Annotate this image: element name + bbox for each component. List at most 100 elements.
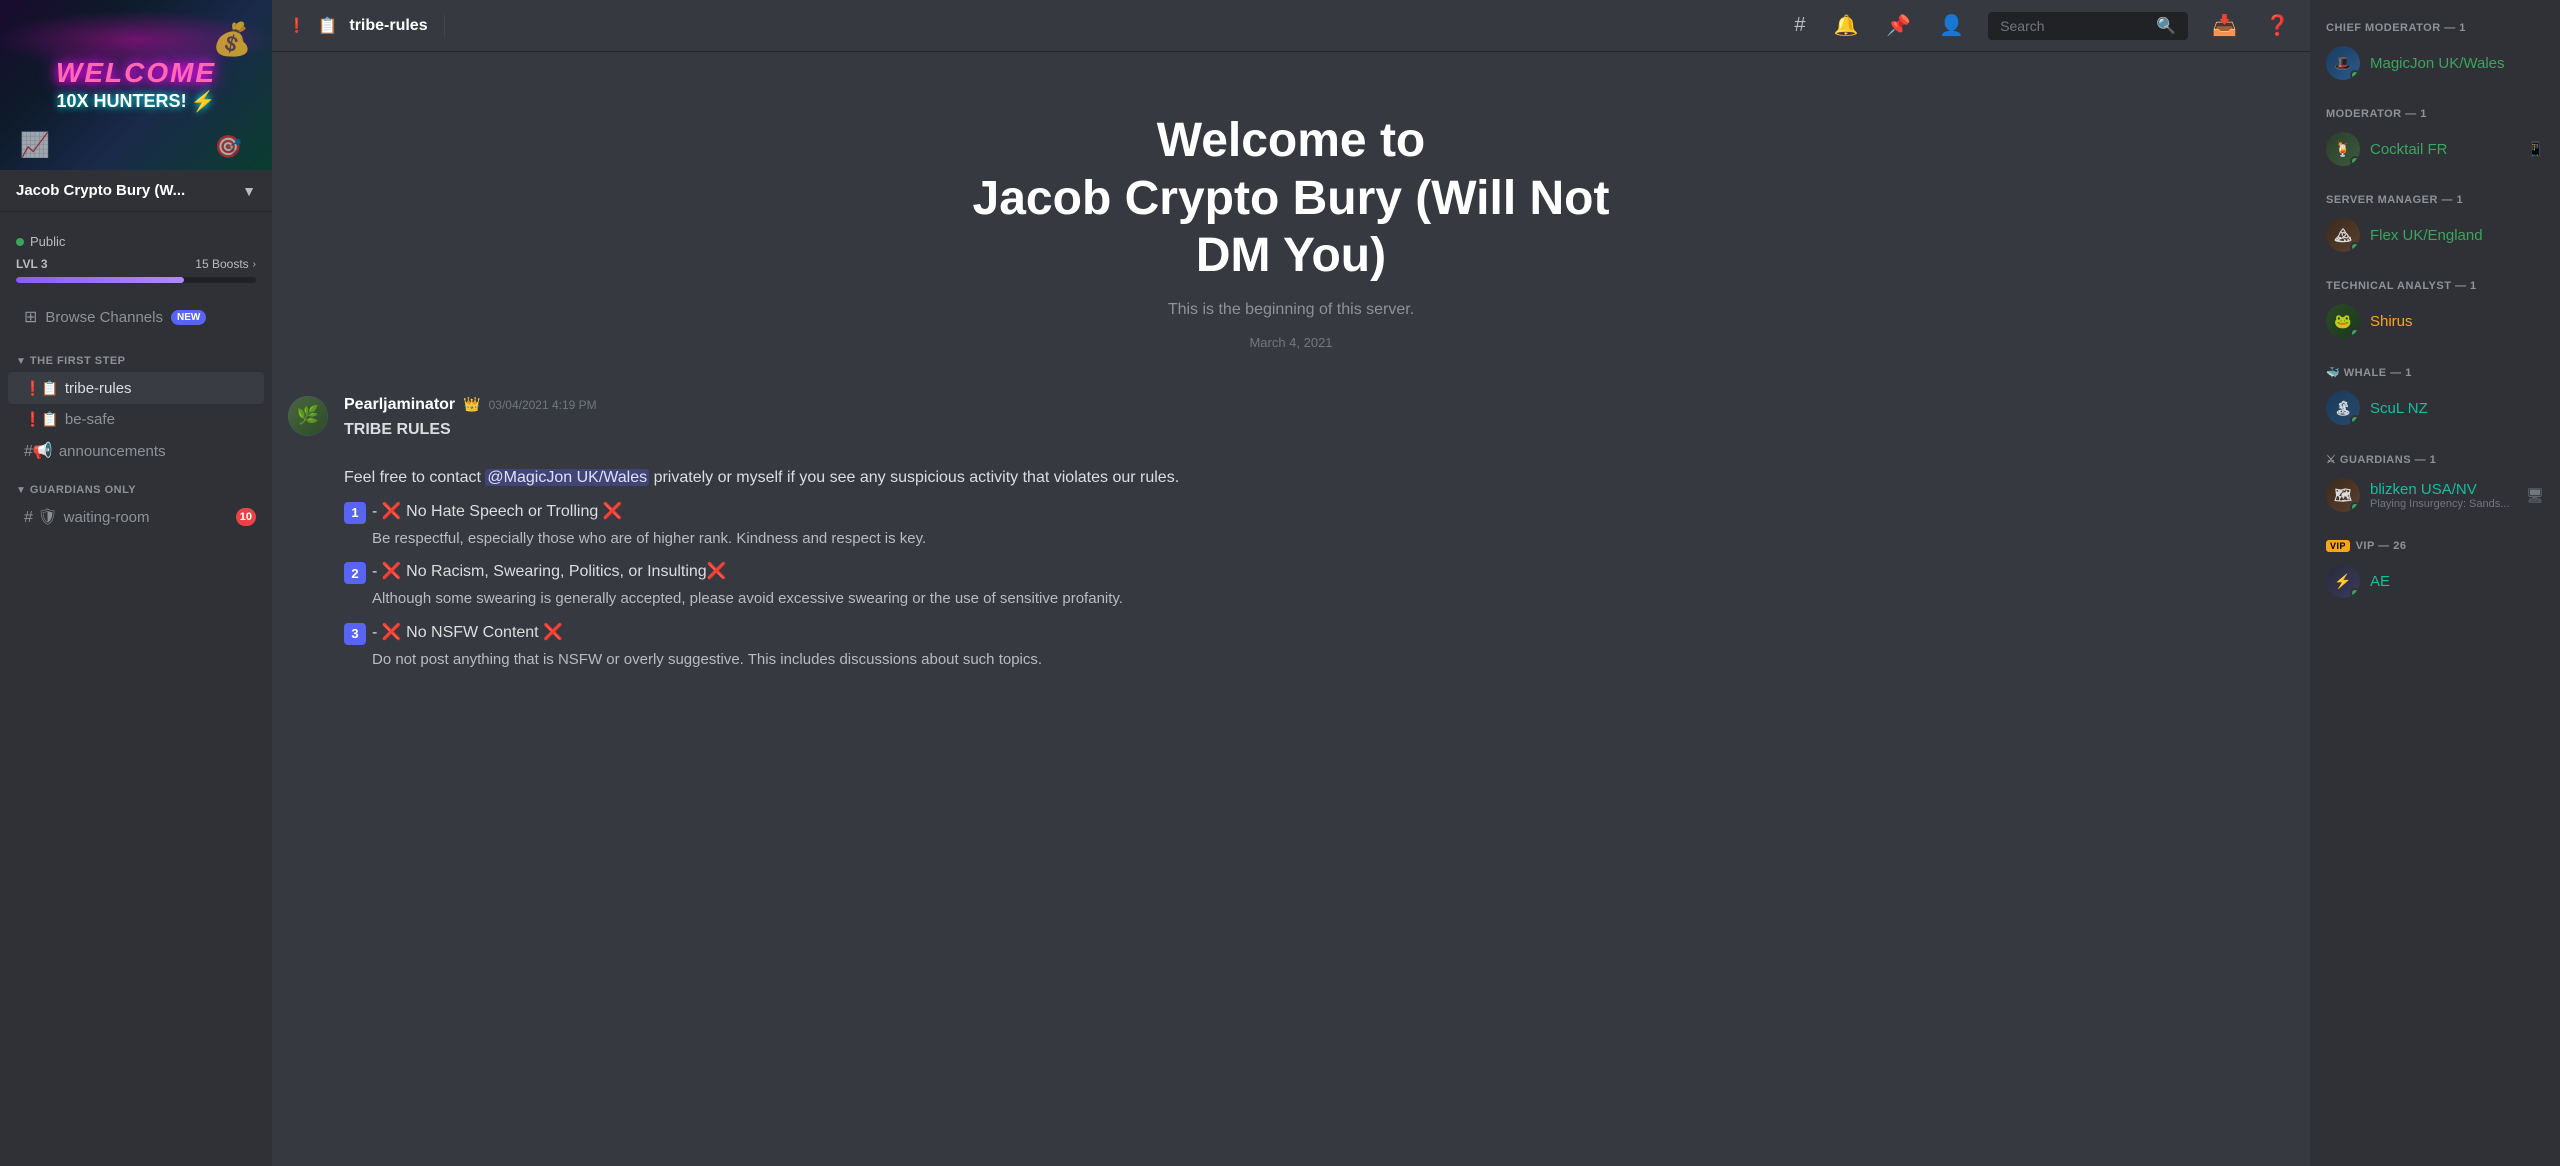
category-name: GUARDIANS ONLY bbox=[30, 484, 256, 496]
banner-dollar-icon: 💰 bbox=[212, 20, 252, 58]
rule-3: 3 - ❌ No NSFW Content ❌ bbox=[344, 621, 2294, 645]
channel-waiting-room[interactable]: # 🛡 waiting-room 10 bbox=[8, 501, 264, 533]
message-text: TRIBE RULES Feel free to contact @MagicJ… bbox=[344, 418, 2294, 490]
rule-desc-1: Be respectful, especially those who are … bbox=[372, 528, 2294, 551]
role-header-server-manager: SERVER MANAGER — 1 bbox=[2318, 188, 2552, 212]
members-button[interactable]: 👤 bbox=[1935, 9, 1968, 42]
member-name: Cocktail FR bbox=[2370, 141, 2517, 158]
member-avatar: ⚡ bbox=[2326, 564, 2360, 598]
server-name-bar[interactable]: Jacob Crypto Bury (W... ▼ bbox=[0, 170, 272, 212]
rule-text-1: - ❌ No Hate Speech or Trolling ❌ bbox=[372, 500, 623, 524]
messages-area[interactable]: Welcome to Jacob Crypto Bury (Will Not D… bbox=[272, 52, 2310, 1166]
device-icon: 🖥 bbox=[2526, 487, 2544, 504]
threads-button[interactable]: # bbox=[1790, 10, 1809, 41]
banner-welcome-text: WELCOME bbox=[56, 57, 216, 89]
online-status-dot bbox=[2350, 502, 2360, 512]
channel-emoji-icon: 📋 bbox=[317, 16, 337, 36]
level-label: LVL 3 bbox=[16, 257, 48, 271]
category-first-step[interactable]: ▼ THE FIRST STEP bbox=[0, 339, 272, 371]
channel-name: tribe-rules bbox=[65, 380, 221, 397]
member-ae[interactable]: ⚡ AE bbox=[2318, 558, 2552, 604]
topbar-channel-name: tribe-rules bbox=[349, 17, 427, 35]
role-section-server-manager: SERVER MANAGER — 1 🏔 Flex UK/England bbox=[2318, 188, 2552, 258]
boosts-chevron-icon: › bbox=[253, 259, 256, 270]
rule-desc-2: Although some swearing is generally acce… bbox=[372, 588, 2294, 611]
member-name: ScuL NZ bbox=[2370, 400, 2544, 417]
category-name: THE FIRST STEP bbox=[30, 355, 256, 367]
boosts-label[interactable]: 15 Boosts › bbox=[195, 257, 256, 271]
public-badge-row: Public bbox=[0, 220, 272, 249]
category-guardians-only[interactable]: ▼ GUARDIANS ONLY bbox=[0, 468, 272, 500]
inbox-button[interactable]: 📥 bbox=[2208, 9, 2241, 42]
member-name: AE bbox=[2370, 573, 2544, 590]
mention-magicjon[interactable]: @MagicJon UK/Wales bbox=[485, 469, 649, 486]
member-magicjon[interactable]: 🎩 MagicJon UK/Wales bbox=[2318, 40, 2552, 86]
crown-icon: 👑 bbox=[463, 396, 480, 413]
online-status-dot bbox=[2350, 70, 2360, 80]
chevron-down-icon: ▼ bbox=[242, 183, 256, 199]
channel-icon: ❗ bbox=[288, 17, 305, 34]
rule-1: 1 - ❌ No Hate Speech or Trolling ❌ bbox=[344, 500, 2294, 524]
message-header: Pearljaminator 👑 03/04/2021 4:19 PM bbox=[344, 396, 2294, 414]
device-icon: 📱 bbox=[2527, 141, 2544, 158]
message-content: Pearljaminator 👑 03/04/2021 4:19 PM TRIB… bbox=[344, 396, 2294, 680]
role-header-chief-mod: CHIEF MODERATOR — 1 bbox=[2318, 16, 2552, 40]
role-section-mod: MODERATOR — 1 🍹 Cocktail FR 📱 bbox=[2318, 102, 2552, 172]
channel-announcements[interactable]: #📢 announcements 👤+ bbox=[8, 435, 264, 467]
rules-list: 1 - ❌ No Hate Speech or Trolling ❌ Be re… bbox=[344, 500, 2294, 672]
member-info: Cocktail FR bbox=[2370, 141, 2517, 158]
member-info: AE bbox=[2370, 573, 2544, 590]
progress-fill bbox=[16, 277, 184, 283]
member-shirus[interactable]: 🐸 Shirus bbox=[2318, 298, 2552, 344]
search-box[interactable]: Search 🔍 bbox=[1988, 12, 2188, 40]
member-avatar: 🐸 bbox=[2326, 304, 2360, 338]
channel-name: be-safe bbox=[65, 411, 256, 428]
notifications-button[interactable]: 🔔 bbox=[1829, 9, 1862, 42]
channel-tribe-rules[interactable]: ❗📋 tribe-rules 👤+ bbox=[8, 372, 264, 404]
server-banner: WELCOME 10X HUNTERS! ⚡ 💰 📈 🎯 bbox=[0, 0, 272, 170]
banner-chart-icon: 📈 bbox=[20, 131, 50, 160]
help-button[interactable]: ❓ bbox=[2261, 9, 2294, 42]
rule-number-2: 2 bbox=[344, 562, 366, 584]
member-flex[interactable]: 🏔 Flex UK/England bbox=[2318, 212, 2552, 258]
sidebar: WELCOME 10X HUNTERS! ⚡ 💰 📈 🎯 Jacob Crypt… bbox=[0, 0, 272, 1166]
rule-number-1: 1 bbox=[344, 502, 366, 524]
banner-target-icon: 🎯 bbox=[215, 134, 242, 160]
member-info: Shirus bbox=[2370, 313, 2544, 330]
server-header[interactable]: WELCOME 10X HUNTERS! ⚡ 💰 📈 🎯 Jacob Crypt… bbox=[0, 0, 272, 220]
member-scul[interactable]: 🏝 ScuL NZ bbox=[2318, 385, 2552, 431]
member-info: MagicJon UK/Wales bbox=[2370, 55, 2544, 72]
topbar-actions: # 🔔 📌 👤 Search 🔍 📥 ❓ bbox=[1790, 9, 2294, 42]
channel-be-safe[interactable]: ❗📋 be-safe bbox=[8, 405, 264, 434]
boost-bar: LVL 3 15 Boosts › bbox=[0, 249, 272, 295]
topbar-divider bbox=[444, 14, 445, 38]
browse-label: Browse Channels bbox=[45, 309, 163, 326]
message-author: Pearljaminator bbox=[344, 396, 455, 414]
member-info: ScuL NZ bbox=[2370, 400, 2544, 417]
member-avatar: 🏔 bbox=[2326, 218, 2360, 252]
online-status-dot bbox=[2350, 415, 2360, 425]
main-content: ❗ 📋 tribe-rules # 🔔 📌 👤 Search 🔍 📥 ❓ Wel… bbox=[272, 0, 2310, 1166]
be-safe-channel-icon: ❗📋 bbox=[24, 411, 59, 428]
member-blizken[interactable]: 🗺 blizken USA/NV Playing Insurgency: San… bbox=[2318, 472, 2552, 518]
message-timestamp: 03/04/2021 4:19 PM bbox=[489, 398, 597, 412]
member-activity: Playing Insurgency: Sands... bbox=[2370, 498, 2516, 510]
role-header-technical-analyst: TECHNICAL ANALYST — 1 bbox=[2318, 274, 2552, 298]
online-status-dot bbox=[2350, 328, 2360, 338]
role-header-mod: MODERATOR — 1 bbox=[2318, 102, 2552, 126]
member-cocktail[interactable]: 🍹 Cocktail FR 📱 bbox=[2318, 126, 2552, 172]
pin-button[interactable]: 📌 bbox=[1882, 9, 1915, 42]
member-avatar: 🗺 bbox=[2326, 478, 2360, 512]
online-status-dot bbox=[2350, 156, 2360, 166]
unread-badge: 10 bbox=[236, 508, 256, 526]
channel-topbar: ❗ 📋 tribe-rules # 🔔 📌 👤 Search 🔍 📥 ❓ bbox=[272, 0, 2310, 52]
browse-channels-button[interactable]: ⊞ Browse Channels NEW bbox=[8, 299, 264, 335]
public-label: Public bbox=[30, 234, 65, 249]
channel-name: announcements bbox=[59, 443, 221, 460]
member-avatar: 🍹 bbox=[2326, 132, 2360, 166]
role-header-whale: 🐳 WHALE — 1 bbox=[2318, 360, 2552, 385]
public-dot bbox=[16, 238, 24, 246]
role-header-vip: VIP VIP — 26 bbox=[2318, 534, 2552, 558]
rule-2: 2 - ❌ No Racism, Swearing, Politics, or … bbox=[344, 560, 2294, 584]
member-name: MagicJon UK/Wales bbox=[2370, 55, 2544, 72]
